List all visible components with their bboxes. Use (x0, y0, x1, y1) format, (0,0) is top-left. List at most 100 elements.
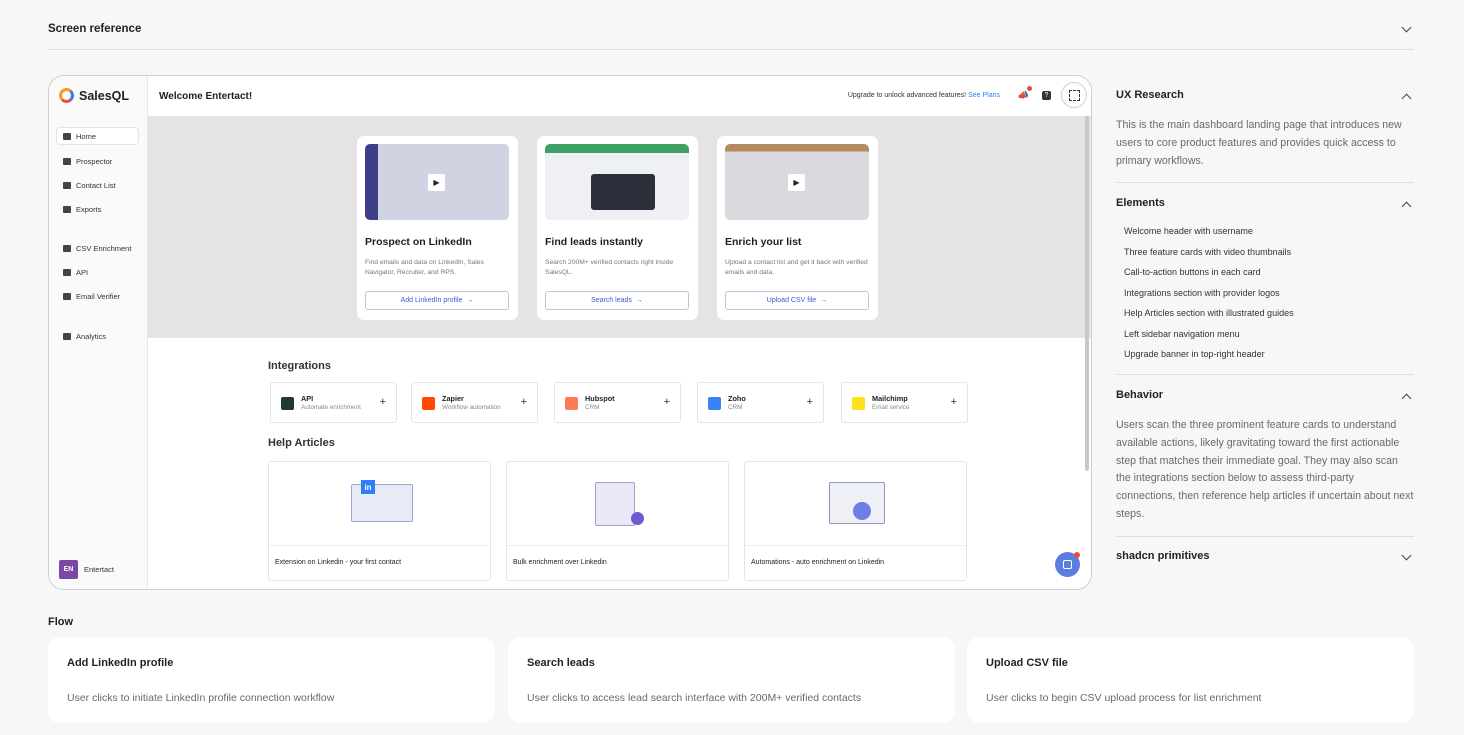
scrollbar[interactable] (1085, 116, 1089, 471)
flow-step-card[interactable]: Add LinkedIn profile User clicks to init… (48, 637, 495, 723)
user-profile[interactable]: EN Entertact (59, 560, 114, 579)
flow-step-title: Upload CSV file (986, 657, 1068, 669)
flow-step-card[interactable]: Upload CSV file User clicks to begin CSV… (967, 637, 1414, 723)
sidebar-item-csv-enrichment[interactable]: CSV Enrichment (57, 240, 138, 256)
plus-icon[interactable]: + (521, 396, 527, 408)
help-article-card[interactable]: Automations - auto enrichment on Linkedi… (744, 461, 967, 581)
button-label: Search leads (591, 297, 632, 304)
flow-step-desc: User clicks to access lead search interf… (527, 692, 862, 704)
search-icon (63, 157, 71, 165)
list-item: Integrations section with provider logos (1124, 287, 1280, 298)
upload-csv-file-button[interactable]: Upload CSV file → (725, 291, 869, 310)
integration-name: Hubspot (585, 394, 615, 403)
help-article-caption: Automations - auto enrichment on Linkedi… (751, 559, 885, 566)
integration-name: Mailchimp (872, 394, 908, 403)
sidebar-item-api[interactable]: API (57, 264, 138, 280)
help-article-card[interactable]: in Extension on Linkedin - your first co… (268, 461, 491, 581)
video-thumbnail[interactable] (545, 144, 689, 220)
plus-icon[interactable]: + (807, 396, 813, 408)
help-article-card[interactable]: Bulk enrichment over Linkedin (506, 461, 729, 581)
zapier-icon (422, 397, 435, 410)
integration-card-zoho[interactable]: Zoho CRM + (697, 382, 824, 423)
home-icon (63, 132, 71, 140)
list-icon (63, 181, 71, 189)
card-title: Find leads instantly (545, 236, 644, 248)
feature-card-find-leads: Find leads instantly Search 200M+ verifi… (537, 136, 698, 320)
sidebar-item-email-verifier[interactable]: Email Verifier (57, 288, 138, 304)
play-icon[interactable]: ▶ (788, 174, 805, 191)
help-illustration (507, 462, 728, 546)
list-item: Welcome header with username (1124, 226, 1253, 236)
integration-desc: CRM (728, 404, 743, 411)
user-name: Entertact (84, 565, 115, 574)
list-item: Three feature cards with video thumbnail… (1124, 246, 1292, 257)
screen-reference-title: Screen reference (48, 23, 142, 35)
integration-card-hubspot[interactable]: Hubspot CRM + (554, 382, 681, 423)
sidebar-item-contact-list[interactable]: Contact List (57, 177, 138, 193)
sidebar-item-label: CSV Enrichment (76, 243, 132, 253)
list-item: Help Articles section with illustrated g… (1124, 308, 1294, 318)
arrow-right-icon: → (635, 297, 643, 304)
plus-icon[interactable]: + (664, 396, 670, 408)
list-item: Call-to-action buttons in each card (1124, 267, 1261, 277)
integration-name: Zapier (442, 394, 464, 403)
mail-check-icon (63, 292, 71, 300)
sidebar-item-home[interactable]: Home (57, 128, 138, 144)
section-title: Behavior (1116, 389, 1164, 401)
sidebar-item-label: Exports (76, 204, 102, 214)
card-description: Search 200M+ verified contacts right ins… (545, 259, 674, 276)
integration-desc: Automate enrichment (301, 404, 361, 411)
fullscreen-button[interactable] (1061, 82, 1087, 108)
plus-icon[interactable]: + (951, 396, 957, 408)
integration-card-zapier[interactable]: Zapier Workflow automation + (411, 382, 538, 423)
flow-label: Flow (48, 616, 74, 628)
tooltip-preview (591, 174, 655, 210)
play-icon[interactable]: ▶ (428, 174, 445, 191)
video-thumbnail[interactable]: ▶ (365, 144, 509, 220)
help-icon[interactable]: ? (1042, 91, 1051, 100)
welcome-title: Welcome Entertact! (159, 91, 253, 102)
integration-card-api[interactable]: API Automate enrichment + (270, 382, 397, 423)
ux-research-text: This is the main dashboard landing page … (1116, 119, 1402, 167)
sidebar-item-label: Email Verifier (76, 291, 121, 301)
chevron-down-icon[interactable] (1401, 22, 1412, 33)
sidebar-item-label: Contact List (76, 180, 116, 190)
chevron-up-icon[interactable] (1401, 93, 1412, 104)
search-leads-button[interactable]: Search leads → (545, 291, 689, 310)
chevron-up-icon[interactable] (1401, 393, 1412, 404)
sidebar-item-analytics[interactable]: Analytics (57, 328, 138, 344)
sidebar-item-prospector[interactable]: Prospector (57, 153, 138, 169)
divider (1116, 536, 1414, 537)
ux-research-section[interactable]: UX Research This is the main dashboard l… (1116, 89, 1414, 170)
card-description: Upload a contact list and get it back wi… (725, 259, 868, 276)
hubspot-icon (565, 397, 578, 410)
screen-reference-header[interactable]: Screen reference (48, 14, 1414, 50)
elements-list: Welcome header with username Three featu… (1116, 226, 1414, 370)
chat-button[interactable] (1055, 552, 1080, 577)
video-thumbnail[interactable]: ▶ (725, 144, 869, 220)
sidebar-item-exports[interactable]: Exports (57, 201, 138, 217)
add-linkedin-profile-button[interactable]: Add LinkedIn profile → (365, 291, 509, 310)
flow-step-title: Search leads (527, 657, 595, 669)
elements-section[interactable]: Elements Welcome header with username Th… (1116, 197, 1414, 370)
list-item: Left sidebar navigation menu (1124, 328, 1240, 339)
app-screenshot-frame: SalesQL Home Prospector Contact List Exp… (48, 75, 1092, 590)
integration-card-mailchimp[interactable]: Mailchimp Email service + (841, 382, 968, 423)
brand-logo[interactable]: SalesQL (59, 88, 129, 103)
analytics-icon (63, 332, 71, 340)
flow-step-card[interactable]: Search leads User clicks to access lead … (508, 637, 955, 723)
list-item: Upgrade banner in top-right header (1124, 349, 1265, 359)
section-title: shadcn primitives (1116, 550, 1210, 562)
arrow-right-icon: → (466, 297, 474, 304)
chevron-up-icon[interactable] (1401, 201, 1412, 212)
brand-name: SalesQL (79, 88, 130, 103)
see-plans-link[interactable]: See Plans (968, 92, 1000, 99)
plus-icon[interactable]: + (380, 396, 386, 408)
megaphone-icon[interactable]: 📣 (1018, 90, 1029, 101)
card-title: Prospect on LinkedIn (365, 236, 472, 248)
chevron-down-icon[interactable] (1401, 550, 1412, 561)
behavior-section[interactable]: Behavior Users scan the three prominent … (1116, 389, 1414, 524)
salesql-logo-icon (59, 88, 74, 103)
feature-cards-area: ▶ Prospect on LinkedIn Find emails and d… (148, 116, 1091, 338)
shadcn-primitives-section[interactable]: shadcn primitives (1116, 550, 1414, 572)
